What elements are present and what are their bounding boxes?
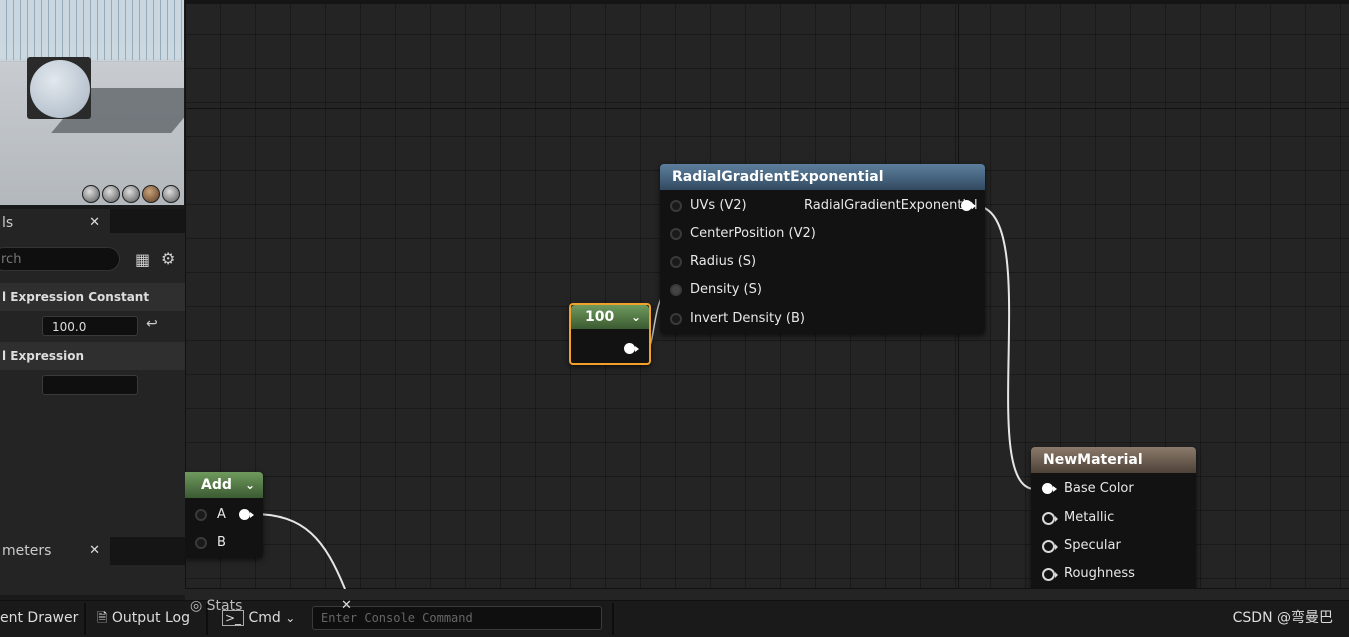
chevron-down-icon[interactable]: ⌄ bbox=[631, 305, 641, 329]
material-preview-viewport[interactable] bbox=[0, 0, 184, 205]
pin-radius-label: Radius (S) bbox=[690, 254, 757, 269]
divider bbox=[84, 603, 86, 635]
pin-invert-density-label: Invert Density (B) bbox=[690, 311, 805, 326]
add-node-header: Add ⌄ bbox=[185, 472, 263, 498]
input-pin-icon[interactable] bbox=[670, 313, 682, 325]
constant-node-value: 100 bbox=[585, 309, 615, 325]
add-node-title: Add bbox=[201, 477, 232, 493]
cmd-label: Cmd bbox=[248, 610, 281, 626]
input-pin-icon[interactable] bbox=[670, 200, 682, 212]
section-expression[interactable]: l Expression bbox=[0, 342, 185, 370]
cylinder-icon[interactable] bbox=[82, 185, 100, 203]
details-panel: rch ▦ ⚙ l Expression Constant 100.0 ↩ l … bbox=[0, 233, 185, 537]
teapot-icon[interactable] bbox=[162, 185, 180, 203]
pin-roughness-label: Roughness bbox=[1064, 566, 1135, 581]
search-input[interactable]: rch bbox=[0, 247, 120, 271]
sphere-icon[interactable] bbox=[102, 185, 120, 203]
input-pin-icon[interactable] bbox=[195, 537, 207, 549]
constant-node[interactable]: 100 ⌄ bbox=[569, 303, 651, 365]
pin-center-position[interactable]: CenterPosition (V2) bbox=[670, 224, 816, 244]
input-pin-icon[interactable] bbox=[670, 256, 682, 268]
chevron-down-icon: ⌄ bbox=[285, 611, 296, 625]
material-result-node[interactable]: NewMaterial Base Color Metallic Specular… bbox=[1031, 447, 1196, 589]
preview-shape-buttons bbox=[82, 185, 180, 203]
graph-top-strip bbox=[185, 0, 1349, 4]
pin-specular-label: Specular bbox=[1064, 538, 1121, 553]
preview-background bbox=[0, 0, 184, 60]
cube-icon[interactable] bbox=[142, 185, 160, 203]
radial-gradient-node-title: RadialGradientExponential bbox=[660, 164, 985, 190]
tab-parameters-label: meters bbox=[2, 543, 52, 559]
close-icon[interactable]: ✕ bbox=[89, 537, 100, 565]
pin-base-color-label: Base Color bbox=[1064, 481, 1134, 496]
input-pin-icon[interactable] bbox=[195, 509, 207, 521]
reset-icon[interactable]: ↩ bbox=[146, 316, 158, 332]
stats-tab[interactable]: ◎ Stats bbox=[190, 592, 242, 620]
radial-gradient-node[interactable]: RadialGradientExponential UVs (V2) Cente… bbox=[660, 164, 985, 334]
parameters-tabbar: meters ✕ bbox=[0, 537, 185, 565]
pin-density[interactable]: Density (S) bbox=[670, 280, 762, 300]
pin-uvs[interactable]: UVs (V2) bbox=[670, 196, 747, 216]
pin-a-label: A bbox=[217, 507, 226, 522]
parameters-panel bbox=[0, 565, 185, 595]
material-graph[interactable]: RadialGradientExponential UVs (V2) Cente… bbox=[185, 0, 1349, 589]
pin-density-label: Density (S) bbox=[690, 282, 762, 297]
chevron-down-icon[interactable]: ⌄ bbox=[245, 472, 255, 498]
console-command-input[interactable]: Enter Console Command bbox=[312, 606, 602, 630]
constant-node-header: 100 ⌄ bbox=[571, 305, 649, 329]
output-pin-icon[interactable] bbox=[239, 509, 254, 520]
pin-metallic[interactable]: Metallic bbox=[1042, 508, 1114, 528]
output-log-label: Output Log bbox=[111, 610, 190, 626]
section-expression-constant[interactable]: l Expression Constant bbox=[0, 283, 185, 311]
pin-roughness[interactable]: Roughness bbox=[1042, 564, 1135, 584]
pin-invert-density[interactable]: Invert Density (B) bbox=[670, 309, 805, 329]
pin-center-position-label: CenterPosition (V2) bbox=[690, 226, 816, 241]
content-drawer-button[interactable]: ent Drawer bbox=[0, 601, 78, 637]
pin-b[interactable]: B bbox=[195, 533, 226, 553]
input-pin-icon[interactable] bbox=[670, 284, 682, 296]
pin-radius[interactable]: Radius (S) bbox=[670, 252, 756, 272]
constant-value-field[interactable]: 100.0 bbox=[42, 316, 138, 336]
material-node-title: NewMaterial bbox=[1031, 447, 1196, 473]
description-field[interactable] bbox=[42, 375, 138, 395]
output-radial-label: RadialGradientExponential bbox=[804, 198, 978, 213]
tab-details-label: ls bbox=[2, 215, 14, 231]
pin-specular[interactable]: Specular bbox=[1042, 536, 1121, 556]
preview-sphere bbox=[30, 60, 90, 118]
content-drawer-label: ent Drawer bbox=[0, 610, 79, 626]
pin-metallic-label: Metallic bbox=[1064, 510, 1115, 525]
input-pin-icon[interactable] bbox=[1042, 483, 1057, 494]
close-icon[interactable]: ✕ bbox=[341, 592, 352, 620]
pin-base-color[interactable]: Base Color bbox=[1042, 479, 1134, 499]
pin-b-label: B bbox=[217, 535, 226, 550]
tab-parameters[interactable]: meters ✕ bbox=[0, 537, 110, 565]
stats-icon: ◎ bbox=[190, 598, 203, 614]
input-pin-icon[interactable] bbox=[670, 228, 682, 240]
gear-icon[interactable]: ⚙ bbox=[161, 249, 175, 268]
pin-a[interactable]: A bbox=[195, 505, 226, 525]
input-pin-icon[interactable] bbox=[1042, 512, 1058, 525]
table-view-icon[interactable]: ▦ bbox=[135, 250, 150, 269]
watermark: CSDN @弯曼巴 bbox=[1232, 610, 1333, 626]
input-pin-icon[interactable] bbox=[1042, 540, 1058, 553]
output-log-icon: 🗎 bbox=[97, 611, 108, 626]
input-pin-icon[interactable] bbox=[1042, 568, 1058, 581]
output-pin-icon[interactable] bbox=[961, 200, 976, 211]
left-panel: ls ✕ rch ▦ ⚙ l Expression Constant 100.0… bbox=[0, 0, 185, 600]
stats-label: Stats bbox=[206, 598, 243, 614]
add-node[interactable]: Add ⌄ A B bbox=[185, 472, 263, 558]
plane-icon[interactable] bbox=[122, 185, 140, 203]
pin-uvs-label: UVs (V2) bbox=[690, 198, 747, 213]
divider bbox=[612, 603, 614, 635]
output-radial[interactable]: RadialGradientExponential bbox=[804, 196, 978, 216]
output-pin-icon[interactable] bbox=[624, 343, 639, 354]
output-log-button[interactable]: 🗎 Output Log bbox=[97, 601, 190, 637]
wire-add-output bbox=[252, 513, 346, 589]
